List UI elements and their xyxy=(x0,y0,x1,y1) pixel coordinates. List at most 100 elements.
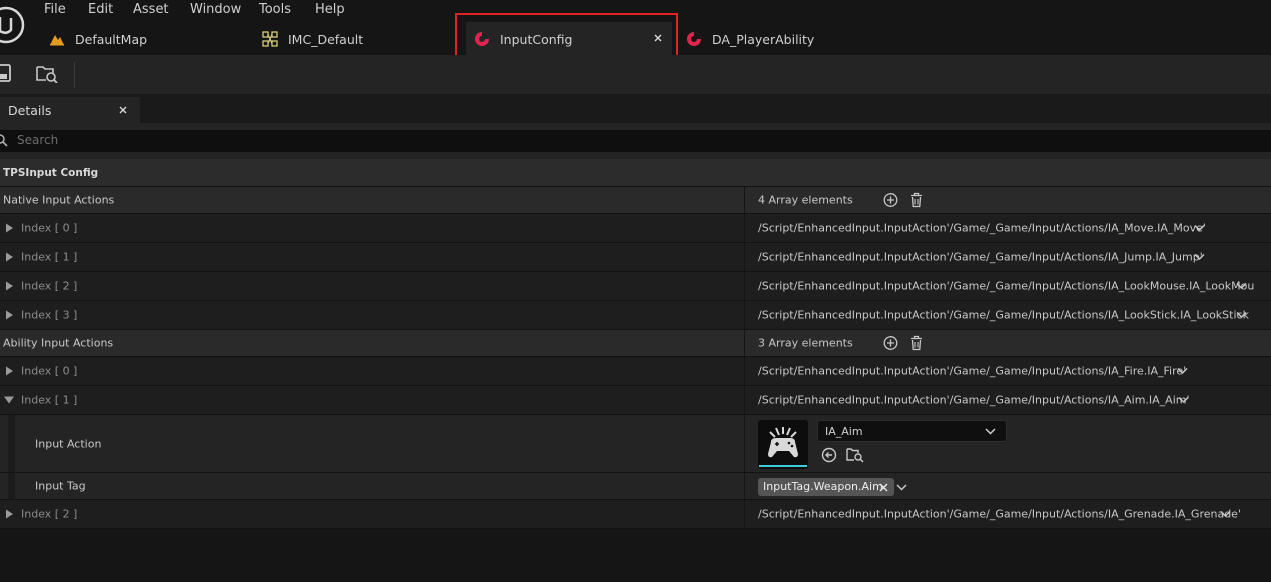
unreal-logo-icon[interactable] xyxy=(0,5,26,45)
name-column: Index [ 2 ] xyxy=(0,500,745,528)
tab-label: IMC_Default xyxy=(288,31,364,47)
asset-type-stripe xyxy=(759,465,807,467)
array-element-row-expanded[interactable]: Index [ 1 ] /Script/EnhancedInput.InputA… xyxy=(0,386,1271,415)
level-map-icon xyxy=(50,35,64,46)
close-tab-icon[interactable] xyxy=(654,34,662,42)
tab-label: InputConfig xyxy=(500,31,573,47)
index-label: Index [ 1 ] xyxy=(21,250,78,264)
tab-label: DA_PlayerAbility xyxy=(712,31,815,47)
ability-input-actions-row[interactable]: Ability Input Actions 3 Array elements xyxy=(0,330,1271,357)
category-label: TPSInput Config xyxy=(3,166,99,179)
toolbar-divider xyxy=(74,62,75,88)
save-icon[interactable] xyxy=(0,64,12,82)
trash-icon[interactable] xyxy=(910,335,923,351)
asset-path-value[interactable]: /Script/EnhancedInput.InputAction'/Game/… xyxy=(758,508,1241,521)
chevron-down-icon[interactable] xyxy=(1236,282,1247,290)
search-input[interactable]: Search xyxy=(0,130,1271,152)
tab-da-playerability[interactable]: DA_PlayerAbility xyxy=(686,24,814,54)
chevron-down-icon[interactable] xyxy=(1220,510,1231,518)
asset-path-value[interactable]: /Script/EnhancedInput.InputAction'/Game/… xyxy=(758,365,1186,378)
browse-content-icon[interactable] xyxy=(35,63,59,83)
asset-path-value[interactable]: /Script/EnhancedInput.InputAction'/Game/… xyxy=(758,280,1254,293)
index-label: Index [ 0 ] xyxy=(21,364,78,378)
expand-arrow-icon[interactable] xyxy=(6,223,13,233)
array-element-row[interactable]: Index [ 3 ] /Script/EnhancedInput.InputA… xyxy=(0,301,1271,330)
chevron-down-icon[interactable] xyxy=(1236,311,1247,319)
close-panel-icon[interactable] xyxy=(119,106,127,114)
name-column: Native Input Actions xyxy=(0,187,745,213)
array-count: 3 Array elements xyxy=(758,336,853,350)
asset-path-value[interactable]: /Script/EnhancedInput.InputAction'/Game/… xyxy=(758,394,1190,407)
menu-tools[interactable]: Tools xyxy=(259,2,291,17)
property-label: Ability Input Actions xyxy=(3,336,114,350)
name-column: Index [ 1 ] xyxy=(0,243,745,271)
menu-help[interactable]: Help xyxy=(315,2,345,17)
array-element-row[interactable]: Index [ 0 ] /Script/EnhancedInput.InputA… xyxy=(0,357,1271,386)
indent-guide xyxy=(8,415,15,472)
array-element-row[interactable]: Index [ 2 ] /Script/EnhancedInput.InputA… xyxy=(0,500,1271,529)
trash-icon[interactable] xyxy=(910,192,923,208)
tab-defaultmap[interactable]: DefaultMap xyxy=(49,24,147,54)
chevron-down-icon[interactable] xyxy=(1177,367,1188,375)
menu-window[interactable]: Window xyxy=(190,2,241,17)
expand-arrow-icon[interactable] xyxy=(6,509,13,519)
asset-thumbnail[interactable] xyxy=(758,420,808,469)
tab-label: DefaultMap xyxy=(75,31,148,47)
chevron-down-icon[interactable] xyxy=(896,484,907,491)
remove-tag-icon[interactable] xyxy=(879,483,888,492)
property-label: Native Input Actions xyxy=(3,193,115,207)
input-mapping-context-icon xyxy=(262,31,278,47)
array-element-row[interactable]: Index [ 2 ] /Script/EnhancedInput.InputA… xyxy=(0,272,1271,301)
index-label: Index [ 1 ] xyxy=(21,393,78,407)
native-input-actions-row[interactable]: Native Input Actions 4 Array elements xyxy=(0,187,1271,214)
name-column: Ability Input Actions xyxy=(0,330,745,356)
gamepad-icon xyxy=(768,427,798,458)
input-tag-row: Input Tag xyxy=(0,473,1271,500)
asset-path-value[interactable]: /Script/EnhancedInput.InputAction'/Game/… xyxy=(758,251,1203,264)
expand-arrow-icon[interactable] xyxy=(6,310,13,320)
asset-path-value[interactable]: /Script/EnhancedInput.InputAction'/Game/… xyxy=(758,309,1249,322)
details-tab-label: Details xyxy=(8,103,52,118)
array-element-row[interactable]: Index [ 1 ] /Script/EnhancedInput.InputA… xyxy=(0,243,1271,272)
chevron-down-icon[interactable] xyxy=(1194,224,1205,232)
asset-picker-value: IA_Aim xyxy=(825,425,863,438)
add-element-icon[interactable] xyxy=(883,193,898,208)
expand-arrow-icon[interactable] xyxy=(6,281,13,291)
gameplay-tag-label: InputTag.Weapon.Aim xyxy=(763,480,883,493)
index-label: Index [ 2 ] xyxy=(21,507,78,521)
search-icon xyxy=(0,134,8,147)
name-column: Index [ 0 ] xyxy=(0,214,745,242)
browse-to-asset-icon[interactable] xyxy=(846,446,864,463)
gameplay-tag-chip[interactable]: InputTag.Weapon.Aim xyxy=(758,478,894,496)
details-tab[interactable]: Details xyxy=(0,97,140,123)
name-column: Index [ 2 ] xyxy=(0,272,745,300)
menu-edit[interactable]: Edit xyxy=(88,2,113,17)
array-element-row[interactable]: Index [ 0 ] /Script/EnhancedInput.InputA… xyxy=(0,214,1271,243)
name-column: Index [ 0 ] xyxy=(0,357,745,385)
toolbar xyxy=(0,55,1271,94)
indent-guide xyxy=(8,473,15,499)
index-label: Index [ 2 ] xyxy=(21,279,78,293)
expand-arrow-icon[interactable] xyxy=(6,366,13,376)
tab-inputconfig-content[interactable]: InputConfig xyxy=(474,24,572,54)
name-column: Index [ 3 ] xyxy=(0,301,745,329)
add-element-icon[interactable] xyxy=(883,336,898,351)
chevron-down-icon xyxy=(985,428,996,435)
use-selected-asset-icon[interactable] xyxy=(821,447,837,463)
collapse-arrow-icon[interactable] xyxy=(4,396,14,404)
index-label: Index [ 3 ] xyxy=(21,308,78,322)
asset-path-value[interactable]: /Script/EnhancedInput.InputAction'/Game/… xyxy=(758,222,1206,235)
chevron-down-icon[interactable] xyxy=(1178,396,1189,404)
expand-arrow-icon[interactable] xyxy=(6,252,13,262)
name-column: Input Action xyxy=(0,415,745,472)
tab-imc-default[interactable]: IMC_Default xyxy=(262,24,363,54)
panel-tabbar xyxy=(0,94,1271,123)
menu-asset[interactable]: Asset xyxy=(133,2,169,17)
category-header[interactable]: TPSInput Config xyxy=(0,159,1271,187)
array-count: 4 Array elements xyxy=(758,193,853,207)
menu-file[interactable]: File xyxy=(44,2,66,17)
input-action-label: Input Action xyxy=(35,437,102,450)
input-tag-label: Input Tag xyxy=(35,479,86,493)
asset-picker-dropdown[interactable]: IA_Aim xyxy=(817,420,1007,442)
chevron-down-icon[interactable] xyxy=(1194,253,1205,261)
